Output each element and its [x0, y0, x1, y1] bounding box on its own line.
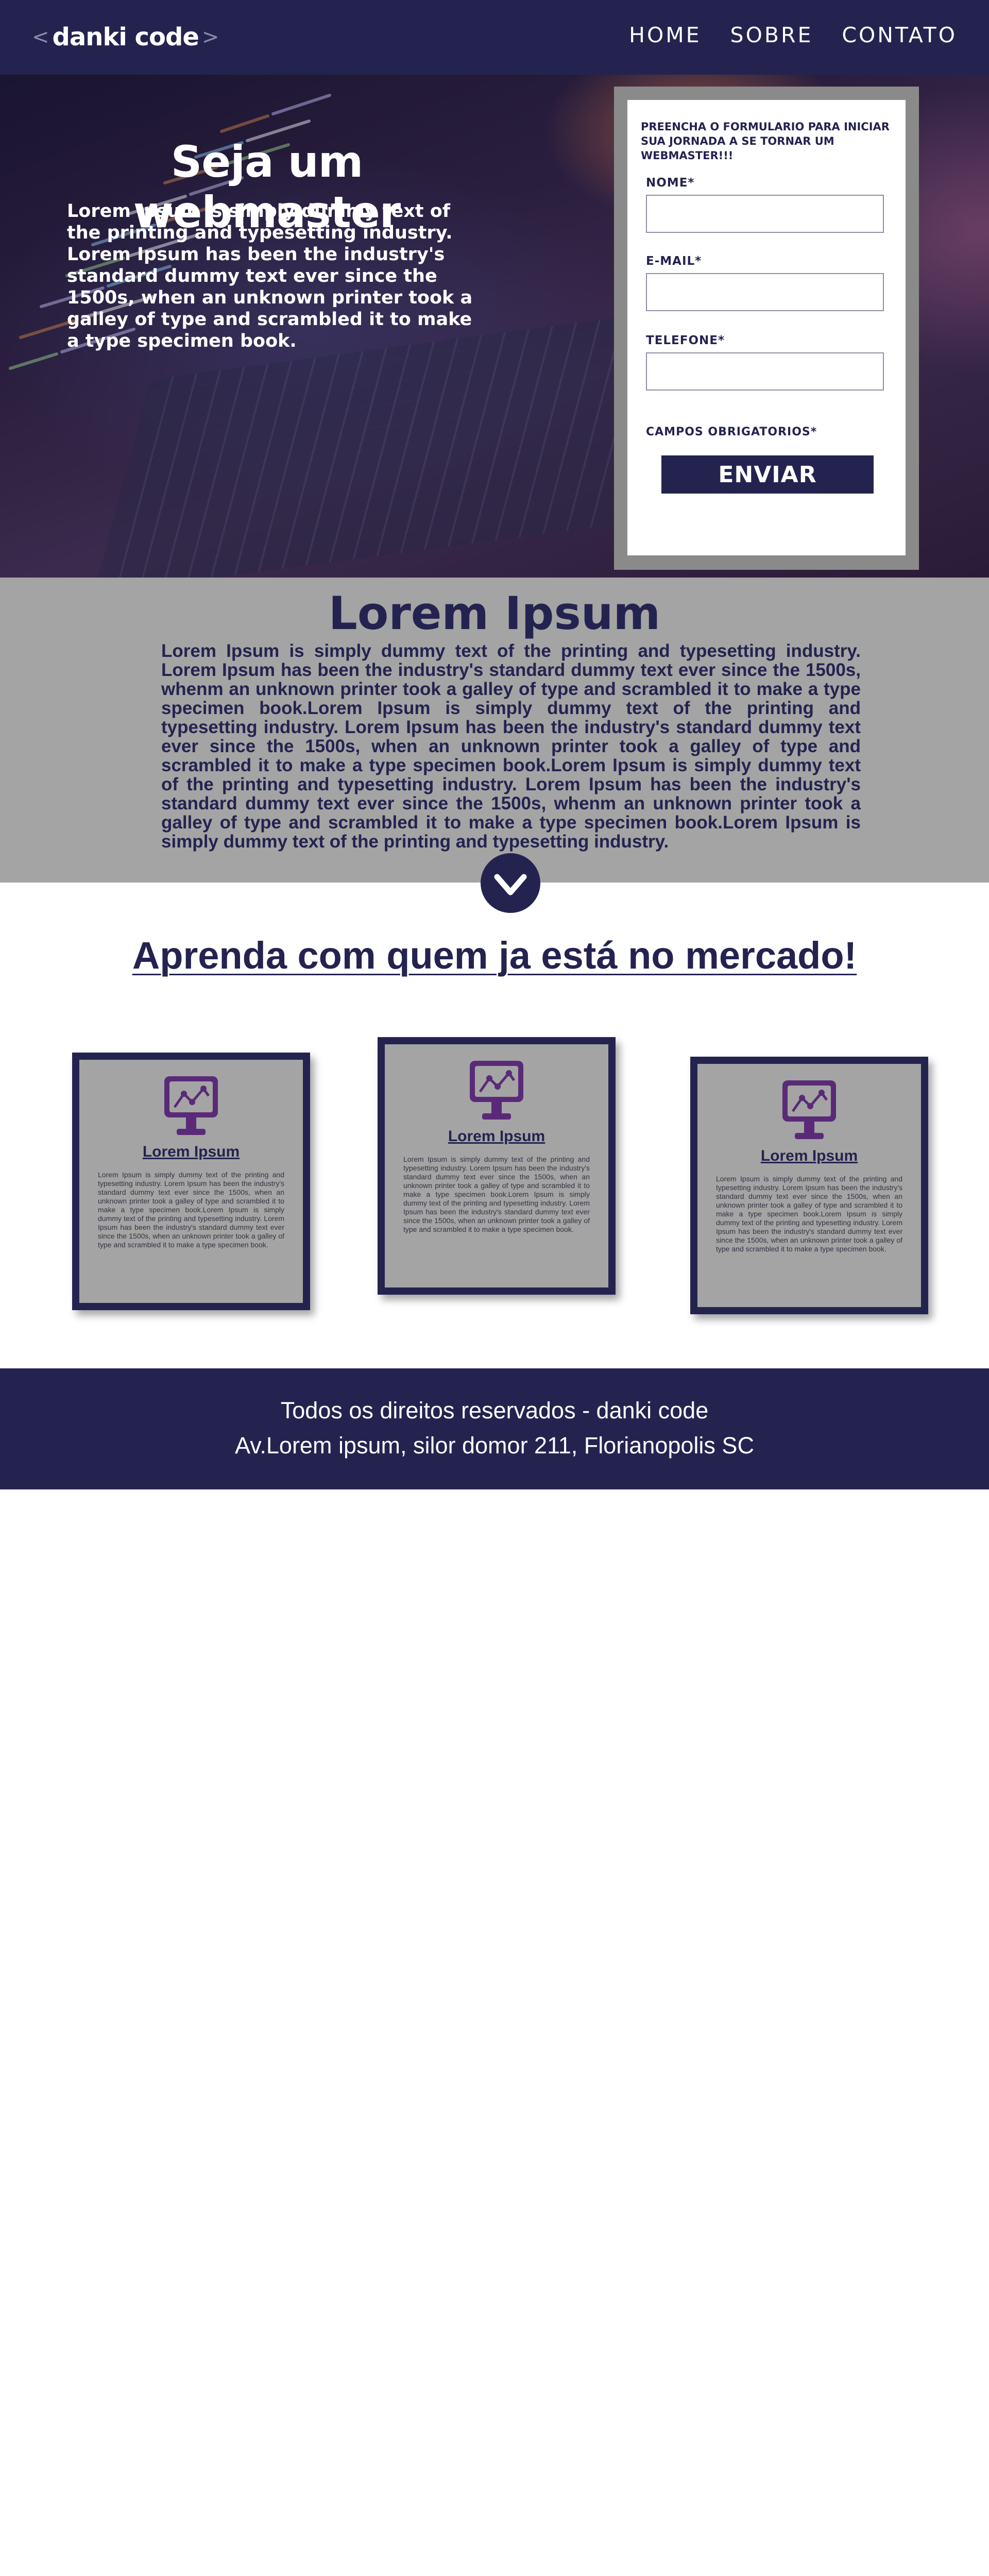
- logo-bracket-right: >: [201, 25, 219, 49]
- hero-text: Lorem Ipsum is simply dummy text of the …: [67, 201, 473, 351]
- footer-copyright: Todos os direitos reservados - danki cod…: [280, 1397, 709, 1423]
- learn-title: Aprenda com quem ja está no mercado!: [132, 934, 857, 977]
- monitor-chart-icon: [470, 1061, 523, 1120]
- about-text: Lorem Ipsum is simply dummy text of the …: [161, 641, 861, 852]
- submit-button[interactable]: ENVIAR: [661, 455, 874, 494]
- monitor-chart-icon: [164, 1076, 218, 1135]
- name-label: NOME*: [646, 176, 695, 190]
- form-intro: PREENCHA O FORMULARIO PARA INICIAR SUA J…: [641, 121, 890, 162]
- nav-sobre[interactable]: SOBRE: [730, 23, 813, 47]
- about-section: Lorem Ipsum Lorem Ipsum is simply dummy …: [0, 578, 989, 883]
- logo-text: danki code: [52, 23, 199, 52]
- card-text: Lorem Ipsum is simply dummy text of the …: [403, 1155, 590, 1233]
- site-footer: Todos os direitos reservados - danki cod…: [0, 1368, 989, 1489]
- scroll-down-button[interactable]: [481, 853, 540, 913]
- card-text: Lorem Ipsum is simply dummy text of the …: [716, 1175, 902, 1253]
- name-field[interactable]: [646, 195, 884, 233]
- feature-card-1: Lorem Ipsum Lorem Ipsum is simply dummy …: [72, 1053, 310, 1310]
- email-label: E-MAIL*: [646, 255, 702, 268]
- card-title: Lorem Ipsum: [142, 1143, 240, 1160]
- footer-address: Av.Lorem ipsum, silor domor 211, Florian…: [235, 1432, 754, 1459]
- site-header: < danki code > HOME SOBRE CONTATO: [0, 0, 989, 75]
- feature-card-3: Lorem Ipsum Lorem Ipsum is simply dummy …: [690, 1057, 928, 1314]
- phone-field[interactable]: [646, 352, 884, 391]
- signup-form: PREENCHA O FORMULARIO PARA INICIAR SUA J…: [627, 100, 906, 555]
- nav-contato[interactable]: CONTATO: [842, 23, 957, 47]
- required-fields-note: CAMPOS OBRIGATORIOS*: [646, 426, 817, 438]
- nav-home[interactable]: HOME: [629, 23, 701, 47]
- logo[interactable]: < danki code >: [32, 22, 219, 53]
- card-text: Lorem Ipsum is simply dummy text of the …: [98, 1171, 284, 1249]
- email-field[interactable]: [646, 273, 884, 311]
- main-nav: HOME SOBRE CONTATO: [629, 23, 957, 47]
- about-title: Lorem Ipsum: [328, 587, 661, 640]
- chevron-down-icon: [494, 874, 527, 895]
- logo-bracket-left: <: [32, 25, 49, 49]
- monitor-chart-icon: [782, 1080, 836, 1139]
- signup-form-frame: PREENCHA O FORMULARIO PARA INICIAR SUA J…: [614, 87, 919, 570]
- phone-label: TELEFONE*: [646, 334, 725, 347]
- card-title: Lorem Ipsum: [760, 1147, 858, 1164]
- card-title: Lorem Ipsum: [448, 1128, 545, 1145]
- feature-card-2: Lorem Ipsum Lorem Ipsum is simply dummy …: [378, 1037, 616, 1295]
